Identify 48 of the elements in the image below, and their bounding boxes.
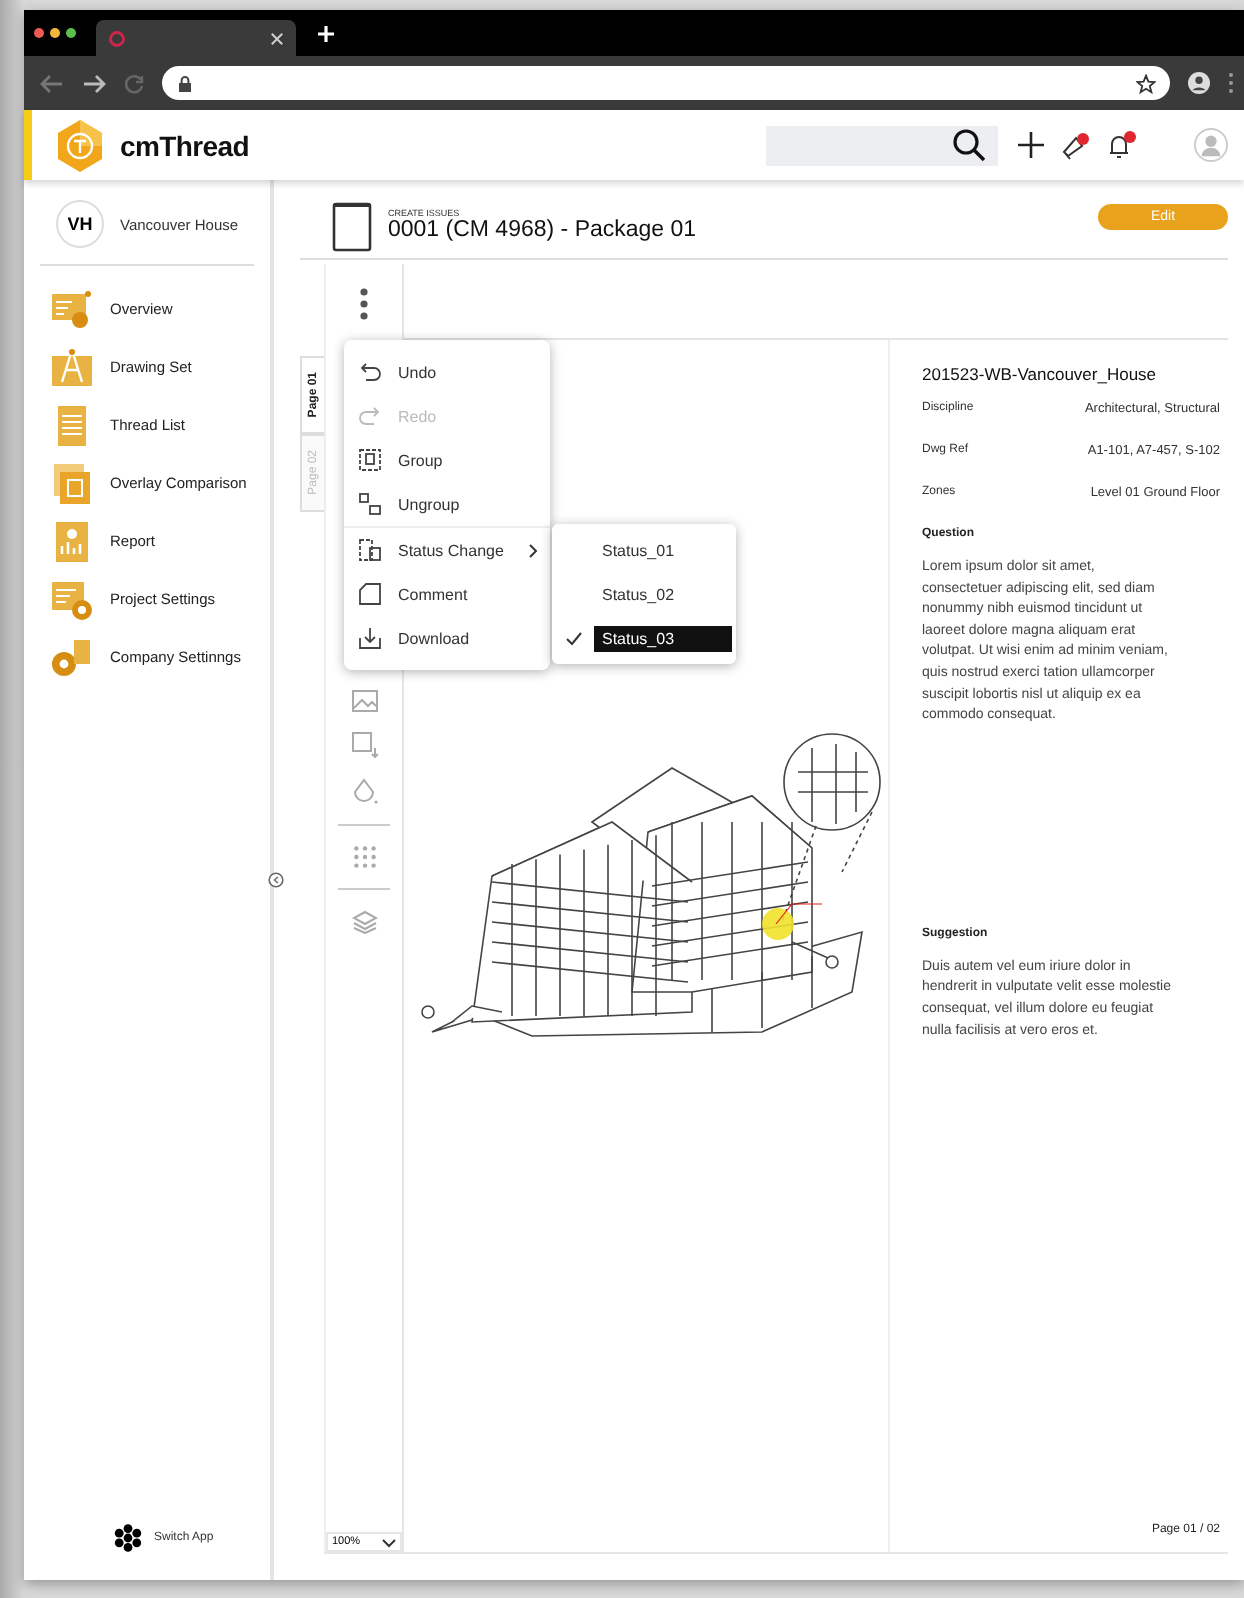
chevron-right-icon <box>528 543 538 557</box>
menu-item[interactable]: Download <box>344 616 550 660</box>
drawing-title: 201523-WB-Vancouver_House <box>922 364 1159 384</box>
status-option[interactable]: Status_01 <box>594 537 732 563</box>
chevron-down-icon <box>382 1537 396 1547</box>
plus-icon[interactable] <box>1018 132 1044 158</box>
menu-item[interactable]: Ungroup <box>344 482 550 526</box>
report-icon <box>50 519 94 563</box>
ungroup-icon <box>358 492 382 516</box>
apps-icon <box>114 1524 142 1552</box>
brand-name: cmThread <box>120 129 250 161</box>
lock-icon <box>178 75 192 91</box>
window-controls-icon[interactable] <box>34 28 76 38</box>
group-icon <box>358 448 382 472</box>
redo-icon <box>358 404 382 428</box>
status-option[interactable]: Status_02 <box>594 581 732 607</box>
undo-icon <box>358 360 382 384</box>
menu-item[interactable]: Comment <box>344 572 550 616</box>
collapse-handle-icon[interactable] <box>268 872 284 888</box>
back-icon[interactable] <box>40 73 64 93</box>
issue-title: 0001 (CM 4968) - Package 01 <box>388 218 697 242</box>
close-icon[interactable] <box>270 31 284 45</box>
address-field[interactable] <box>162 66 1170 100</box>
status-icon <box>358 538 382 562</box>
settings-icon <box>50 635 94 679</box>
search-icon[interactable] <box>952 128 986 162</box>
overlay-icon <box>50 461 94 505</box>
status-option[interactable]: Status_03 <box>594 625 732 651</box>
forward-icon[interactable] <box>82 73 106 93</box>
comment-icon <box>358 582 382 606</box>
profile-icon[interactable] <box>1188 72 1210 94</box>
settings-icon <box>50 577 94 621</box>
menu-item[interactable]: Group <box>344 438 550 482</box>
bell-icon[interactable] <box>1106 130 1138 160</box>
download-icon <box>358 626 382 650</box>
search-field[interactable] <box>766 125 998 165</box>
circle-icon <box>108 29 126 47</box>
more-icon[interactable] <box>360 288 368 320</box>
menu-item[interactable]: Undo <box>344 350 550 394</box>
checkmark-icon <box>566 631 582 645</box>
more-icon[interactable] <box>1228 72 1234 94</box>
project-avatar: VH <box>56 200 104 248</box>
logo-icon <box>56 117 104 173</box>
dashboard-icon <box>50 287 94 331</box>
menu-item[interactable]: Status Change <box>344 526 550 572</box>
document-icon <box>332 198 372 252</box>
star-icon[interactable] <box>1136 73 1156 93</box>
drafting-icon <box>50 345 94 389</box>
